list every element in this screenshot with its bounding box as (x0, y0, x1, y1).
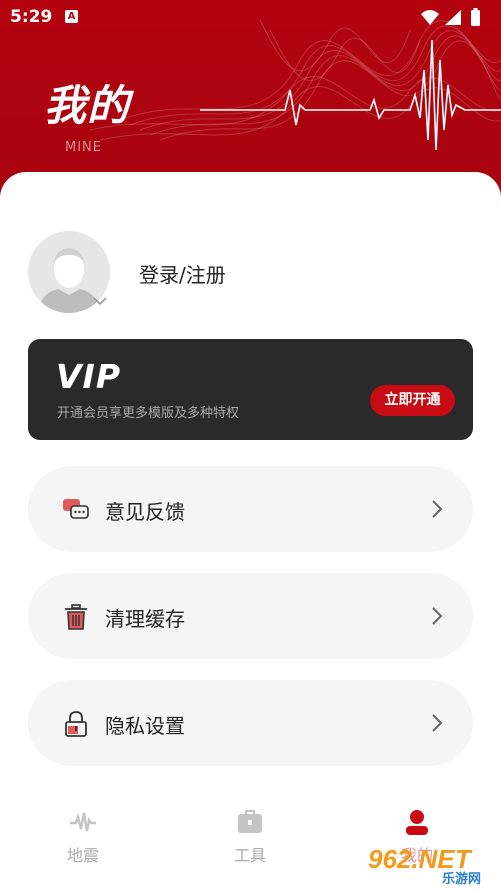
tab-tools[interactable]: 工具 (210, 800, 290, 870)
menu-item-privacy[interactable]: 隐私设置 (28, 680, 473, 766)
vip-logo: VIP (56, 357, 122, 396)
vip-card[interactable]: VIP 开通会员享更多模版及多种特权 立即开通 (28, 339, 473, 440)
person-icon (406, 810, 428, 835)
chevron-right-icon (432, 714, 443, 732)
chevron-down-icon[interactable] (93, 296, 107, 306)
login-register-link[interactable]: 登录/注册 (139, 259, 226, 288)
menu-item-label: 清理缓存 (105, 607, 185, 631)
chevron-right-icon (432, 500, 443, 518)
pulse-icon (70, 812, 96, 832)
status-icons (419, 8, 489, 33)
toolbox-icon (238, 810, 262, 833)
page-subtitle: MINE (65, 140, 102, 155)
watermark-subtext: 乐游网 (442, 871, 481, 887)
signal-icon (445, 10, 461, 25)
trash-icon (65, 604, 87, 630)
vip-description: 开通会员享更多模版及多种特权 (57, 406, 240, 421)
lock-icon (65, 711, 87, 737)
menu-item-label: 隐私设置 (105, 714, 185, 738)
vip-open-button[interactable]: 立即开通 (370, 385, 455, 416)
chevron-right-icon (432, 607, 443, 625)
watermark-text: 962.NET (368, 844, 473, 874)
menu-item-label: 意见反馈 (105, 500, 185, 524)
status-time: 5:29 (10, 7, 53, 27)
battery-icon (471, 10, 480, 26)
tab-label: 地震 (66, 846, 99, 865)
menu-item-clear-cache[interactable]: 清理缓存 (28, 573, 473, 659)
page-title: 我的 (44, 81, 131, 130)
tab-earthquake[interactable]: 地震 (43, 800, 123, 870)
feedback-chat-icon (63, 499, 89, 519)
notification-a-icon: A (65, 10, 78, 23)
status-bar: 5:29 A (0, 0, 501, 34)
tab-label: 工具 (233, 846, 266, 865)
menu-item-feedback[interactable]: 意见反馈 (28, 466, 473, 552)
watermark-logo: 962.NET 乐游网 (362, 842, 498, 887)
wifi-icon (421, 10, 439, 25)
